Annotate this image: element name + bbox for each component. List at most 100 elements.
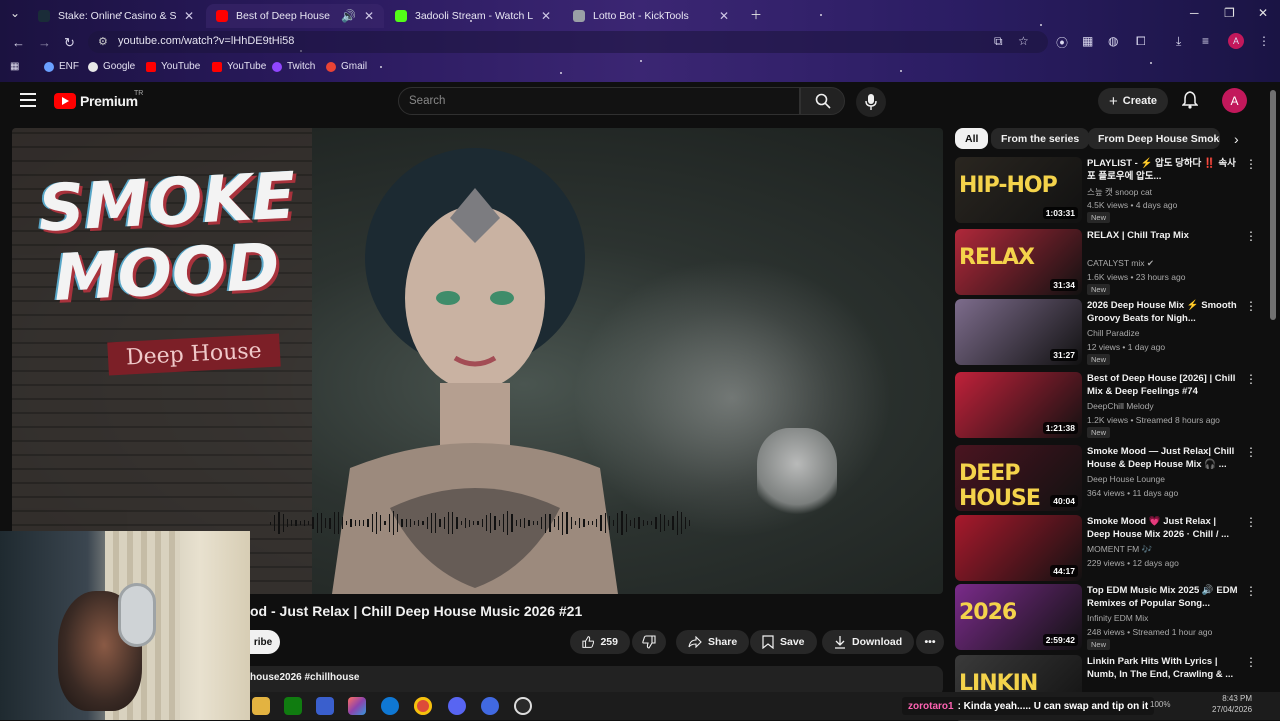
tab-close-icon[interactable]: ✕ — [184, 9, 194, 23]
video-player[interactable]: SMOKE MOOD Deep House — [12, 128, 943, 594]
channel-name[interactable]: CATALYST mix ✔ — [1087, 258, 1154, 269]
extension-2-icon[interactable]: ▦ — [1082, 34, 1093, 48]
tab-kick[interactable]: 3adooli Stream - Watch Live on ✕ — [385, 4, 563, 28]
search-button[interactable] — [800, 87, 845, 115]
more-vertical-icon[interactable]: ⋮ — [1245, 229, 1257, 243]
recommendation-item[interactable]: 2026 2:59:42 Top EDM Music Mix 2025 🔊 EDM … — [955, 584, 1257, 650]
recommendation-thumbnail[interactable]: HIP-HOP 1:03:31 — [955, 157, 1082, 223]
tab-close-icon[interactable]: ✕ — [364, 9, 374, 23]
account-avatar[interactable]: A — [1222, 88, 1247, 113]
minimize-icon[interactable]: ─ — [1190, 6, 1199, 20]
recommendation-item[interactable]: 1:21:38 Best of Deep House [2026] | Chill… — [955, 372, 1257, 438]
omnibox[interactable]: ⚙ youtube.com/watch?v=lHhDE9tHi58 — [88, 31, 1048, 53]
share-button[interactable]: Share — [676, 630, 750, 654]
hamburger-menu-icon[interactable] — [20, 93, 36, 107]
recommendation-thumbnail[interactable]: 31:27 — [955, 299, 1082, 365]
reload-icon[interactable]: ↻ — [64, 35, 75, 51]
voice-search-button[interactable] — [856, 87, 886, 117]
recommendation-thumbnail[interactable]: 1:21:38 — [955, 372, 1082, 438]
copilot-icon[interactable] — [348, 697, 366, 715]
bookmark-twitch[interactable]: Twitch — [272, 61, 315, 72]
recommendation-item[interactable]: 31:27 2026 Deep House Mix ⚡ Smooth Groovy… — [955, 299, 1257, 365]
media-control-icon[interactable]: ≡ — [1202, 34, 1209, 48]
description-hashtags[interactable]: house2026 #chillhouse — [250, 672, 360, 683]
bookmark-gmail[interactable]: Gmail — [326, 61, 367, 72]
channel-name[interactable]: DeepChill Melody — [1087, 401, 1154, 411]
recommendation-title[interactable]: Smoke Mood 💗 Just Relax | Deep House Mix… — [1087, 515, 1239, 542]
more-vertical-icon[interactable]: ⋮ — [1245, 372, 1257, 386]
bookmark-google[interactable]: Google — [88, 61, 135, 72]
search-input[interactable]: Search — [398, 87, 800, 115]
recommendation-thumbnail[interactable]: RELAX 31:34 — [955, 229, 1082, 295]
app-icon-2[interactable] — [481, 697, 499, 715]
edge-icon[interactable] — [381, 697, 399, 715]
download-icon[interactable]: ⤓ — [1176, 34, 1181, 49]
browser-menu-icon[interactable]: ⋮ — [1258, 34, 1270, 48]
audio-playing-icon[interactable]: 🔊 — [341, 9, 356, 23]
more-vertical-icon[interactable]: ⋮ — [1245, 157, 1257, 171]
new-tab-icon[interactable]: ＋ — [750, 6, 762, 23]
bookmark-star-icon[interactable]: ☆ — [1018, 34, 1029, 48]
chrome-icon[interactable] — [414, 697, 432, 715]
close-window-icon[interactable]: ✕ — [1258, 6, 1268, 20]
back-icon[interactable]: ← — [12, 35, 25, 50]
recommendation-title[interactable]: Linkin Park Hits With Lyrics | Numb, In … — [1087, 655, 1239, 682]
apps-grid-icon[interactable]: ▦ — [10, 61, 19, 72]
bookmark-enf[interactable]: ENF — [44, 61, 79, 72]
channel-name[interactable]: MOMENT FM 🎶 — [1087, 544, 1152, 555]
file-explorer-icon[interactable] — [252, 697, 270, 715]
create-button[interactable]: + Create — [1098, 88, 1168, 114]
forward-icon[interactable]: → — [38, 35, 51, 50]
chip-from-deep-house-smoke[interactable]: From Deep House Smoke — [1088, 128, 1220, 149]
recommendation-item[interactable]: 44:17 Smoke Mood 💗 Just Relax | Deep Hous… — [955, 515, 1257, 581]
cast-icon[interactable]: ⧉ — [994, 34, 1003, 49]
tab-stake[interactable]: Stake: Online Casino & Sports ✕ — [28, 4, 206, 28]
recommendation-title[interactable]: Top EDM Music Mix 2025 🔊 EDM Remixes of … — [1087, 584, 1239, 611]
more-vertical-icon[interactable]: ⋮ — [1245, 445, 1257, 459]
chip-all[interactable]: All — [955, 128, 989, 149]
tab-youtube[interactable]: Best of Deep House mix Sm 🔊 ✕ — [206, 4, 384, 28]
recommendation-item[interactable]: DEEP HOUSE 40:04 Smoke Mood — Just Relax| … — [955, 445, 1257, 511]
xbox-icon[interactable] — [284, 697, 302, 715]
channel-name[interactable]: Infinity EDM Mix — [1087, 613, 1148, 623]
extensions-puzzle-icon[interactable]: ⧠ — [1136, 34, 1146, 49]
page-scrollbar[interactable] — [1270, 90, 1276, 320]
more-vertical-icon[interactable]: ⋮ — [1245, 515, 1257, 529]
tab-close-icon[interactable]: ✕ — [719, 9, 729, 23]
chevron-right-icon[interactable]: › — [1234, 131, 1239, 147]
subscribe-button[interactable]: ribe — [246, 630, 280, 654]
tab-kicktools[interactable]: Lotto Bot - KickTools ✕ — [563, 4, 741, 28]
recommendation-thumbnail[interactable]: DEEP HOUSE 40:04 — [955, 445, 1082, 511]
maximize-icon[interactable]: ❐ — [1224, 6, 1235, 20]
browser-profile-avatar[interactable]: A — [1228, 33, 1244, 49]
recommendation-title[interactable]: Best of Deep House [2026] | Chill Mix & … — [1087, 372, 1239, 399]
save-button[interactable]: Save — [750, 630, 817, 654]
recommendation-item[interactable]: HIP-HOP 1:03:31 PLAYLIST - ⚡ 압도 당하다 ‼️ 속사포… — [955, 157, 1257, 223]
discord-icon[interactable] — [448, 697, 466, 715]
dislike-button[interactable] — [632, 630, 666, 654]
like-button[interactable]: 259 — [570, 630, 630, 654]
tab-close-icon[interactable]: ✕ — [541, 9, 551, 23]
obs-icon[interactable] — [514, 697, 532, 715]
youtube-premium-logo[interactable]: Premium TR — [54, 90, 143, 109]
system-clock[interactable]: 8:43 PM 27/04/2026 — [1212, 693, 1252, 715]
chip-from-the-series[interactable]: From the series — [991, 128, 1090, 149]
download-button[interactable]: Download — [822, 630, 915, 654]
extension-1-icon[interactable]: ⦿ — [1056, 34, 1068, 51]
app-icon[interactable] — [316, 697, 334, 715]
notifications-bell-icon[interactable] — [1181, 91, 1199, 114]
recommendation-title[interactable]: 2026 Deep House Mix ⚡ Smooth Groovy Beat… — [1087, 299, 1239, 326]
bookmark-youtube-1[interactable]: YouTube — [146, 61, 200, 72]
recommendation-title[interactable]: PLAYLIST - ⚡ 압도 당하다 ‼️ 속사포 플로우에 압도... — [1087, 157, 1239, 184]
channel-name[interactable]: 스늪 캣 snoop cat — [1087, 186, 1152, 198]
url-text[interactable]: youtube.com/watch?v=lHhDE9tHi58 — [118, 35, 294, 47]
site-info-icon[interactable]: ⚙ — [98, 35, 108, 48]
bookmark-youtube-2[interactable]: YouTube — [212, 61, 266, 72]
recommendation-title[interactable]: Smoke Mood — Just Relax| Chill House & D… — [1087, 445, 1239, 472]
extension-3-icon[interactable]: ◍ — [1108, 34, 1118, 48]
recommendation-item[interactable]: RELAX 31:34 RELAX | Chill Trap Mix CATALYST… — [955, 229, 1257, 295]
more-actions-button[interactable]: ••• — [916, 630, 944, 654]
channel-name[interactable]: Chill Paradize — [1087, 328, 1139, 338]
more-vertical-icon[interactable]: ⋮ — [1245, 655, 1257, 669]
more-vertical-icon[interactable]: ⋮ — [1245, 584, 1257, 598]
